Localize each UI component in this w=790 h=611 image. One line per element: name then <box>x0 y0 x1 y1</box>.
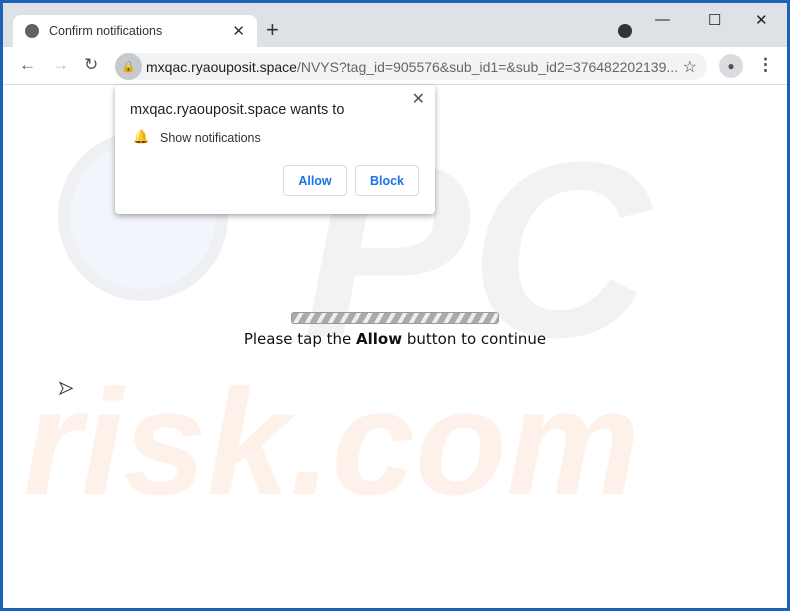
permission-text: Show notifications <box>160 131 261 145</box>
url-text: mxqac.ryaouposit.space/NVYS?tag_id=90557… <box>146 59 678 75</box>
tab-confirm-notifications[interactable]: Confirm notifications ✕ <box>13 15 257 47</box>
lock-icon[interactable]: 🔒 <box>115 53 142 80</box>
notification-permission-popup: mxqac.ryaouposit.space wants to ✕ 🔔 Show… <box>115 85 435 214</box>
block-button[interactable]: Block <box>355 165 419 196</box>
page-content: PC risk.com Please tap the Allow button … <box>3 85 787 608</box>
forward-button[interactable]: → <box>52 55 69 75</box>
bell-icon: 🔔 <box>133 129 150 144</box>
back-button[interactable]: ← <box>19 55 36 75</box>
popup-heading: mxqac.ryaouposit.space wants to <box>130 102 345 118</box>
maximize-button[interactable]: ☐ <box>708 11 721 29</box>
new-tab-button[interactable]: + <box>266 17 279 43</box>
msg-pre: Please tap the <box>243 330 357 348</box>
watermark-risk: risk.com <box>23 358 640 526</box>
globe-icon <box>25 24 39 38</box>
close-window-button[interactable]: ✕ <box>755 11 768 29</box>
msg-post: button to continue <box>402 330 547 348</box>
url-path: /NVYS?tag_id=905576&sub_id1=&sub_id2=376… <box>296 58 679 75</box>
address-bar[interactable]: 🔒 mxqac.ryaouposit.space/NVYS?tag_id=905… <box>115 53 707 80</box>
instruction-text: Please tap the Allow button to continue <box>3 330 787 348</box>
close-tab-icon[interactable]: ✕ <box>232 22 245 40</box>
progress-bar <box>291 312 499 324</box>
bookmark-star-icon[interactable]: ☆ <box>683 57 697 77</box>
reload-button[interactable]: ↻ <box>84 55 98 75</box>
close-popup-icon[interactable]: ✕ <box>412 89 425 109</box>
tab-title: Confirm notifications <box>49 24 163 38</box>
url-domain: mxqac.ryaouposit.space <box>146 58 297 75</box>
mouse-cursor-icon: ➤ <box>57 378 74 399</box>
browser-window: Confirm notifications ✕ + — ☐ ✕ ← → ↻ 🔒 … <box>3 3 787 608</box>
minimize-button[interactable]: — <box>655 11 670 28</box>
toolbar: ← → ↻ 🔒 mxqac.ryaouposit.space/NVYS?tag_… <box>3 47 787 85</box>
allow-button[interactable]: Allow <box>283 165 347 196</box>
profile-avatar[interactable]: ● <box>719 54 743 78</box>
msg-bold: Allow <box>356 330 403 348</box>
extension-icon[interactable] <box>618 24 632 38</box>
tab-bar: Confirm notifications ✕ + — ☐ ✕ <box>3 3 787 47</box>
menu-kebab-icon[interactable]: ⋮ <box>757 55 774 75</box>
